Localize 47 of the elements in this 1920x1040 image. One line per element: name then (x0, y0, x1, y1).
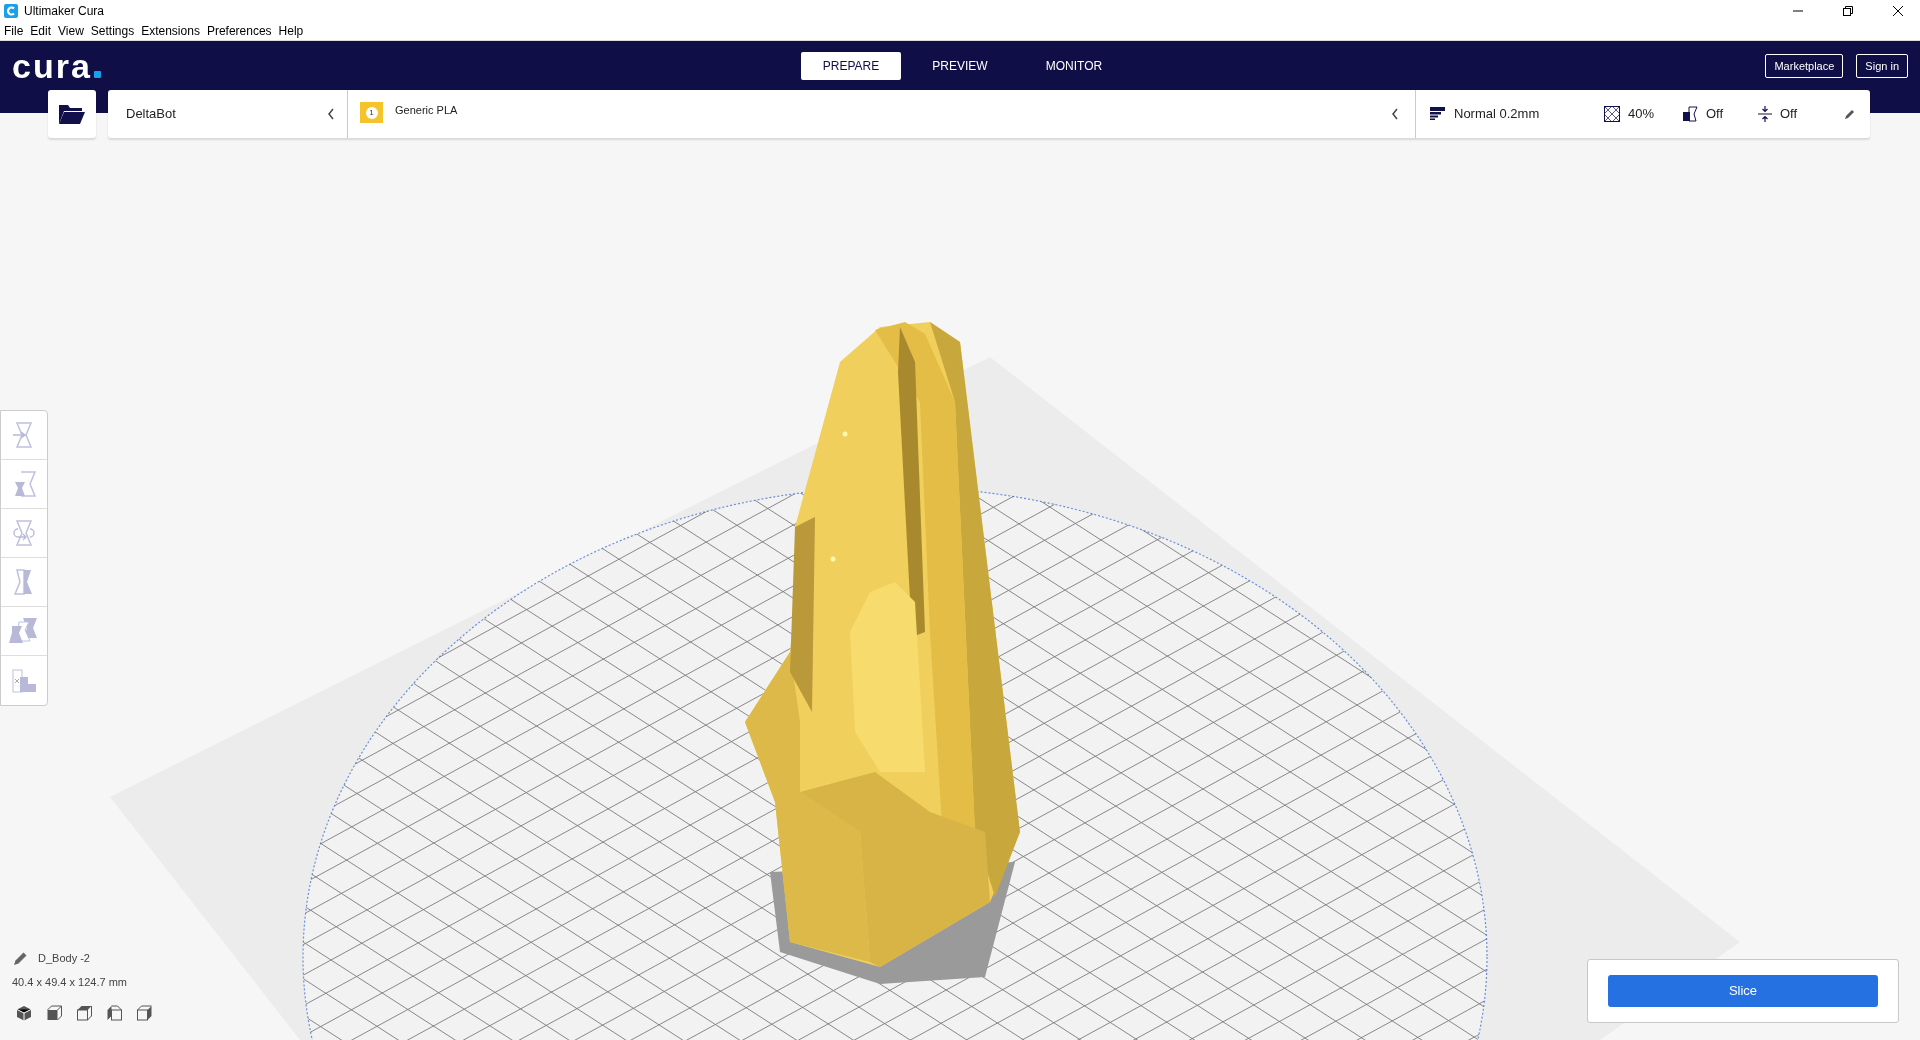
object-dimensions: 40.4 x 49.4 x 124.7 mm (12, 974, 128, 990)
front-view-icon[interactable] (46, 1005, 62, 1021)
nav-tab[interactable]: MONITOR (1019, 52, 1129, 80)
open-file-button[interactable] (48, 90, 96, 138)
infill-icon (1604, 106, 1620, 122)
menu-item[interactable]: Preferences (206, 22, 272, 40)
header-button[interactable]: Sign in (1856, 54, 1908, 78)
logo: cura (12, 49, 92, 83)
rotate-icon (10, 519, 38, 547)
infill-value: 40% (1628, 105, 1656, 124)
3d-view-icon[interactable] (16, 1005, 32, 1021)
profile-value: Normal 0.2mm (1454, 105, 1541, 124)
left-view-icon[interactable] (106, 1005, 122, 1021)
menu-item[interactable]: Settings (90, 22, 135, 40)
support-icon (1682, 106, 1698, 122)
material-selector[interactable]: 1 Generic PLA (348, 90, 1416, 138)
folder-icon (58, 103, 86, 125)
top-view-icon[interactable] (76, 1005, 92, 1021)
profile-icon (1430, 107, 1446, 121)
nav-tab[interactable]: PREPARE (801, 52, 901, 80)
support-value: Off (1706, 105, 1725, 124)
object-name: D_Body -2 (38, 951, 90, 966)
blocker-icon (10, 666, 38, 695)
menu-item[interactable]: View (58, 22, 84, 40)
menu-item[interactable]: File (4, 22, 24, 40)
app-icon (4, 4, 18, 18)
print-settings-selector[interactable]: Normal 0.2mm 40% Off Off (1416, 90, 1870, 138)
menu-item[interactable]: Edit (30, 22, 52, 40)
chevron-left-icon (1391, 108, 1399, 120)
pencil-icon (13, 950, 28, 966)
adhesion-value: Off (1780, 105, 1799, 124)
pencil-icon (1844, 108, 1856, 120)
printer-selector[interactable]: DeltaBot (108, 90, 348, 138)
adhesion-icon (1758, 106, 1772, 122)
close-icon[interactable] (1892, 5, 1904, 17)
extruder-number: 1 (365, 106, 378, 119)
right-view-icon[interactable] (136, 1005, 152, 1021)
chevron-left-icon (327, 108, 335, 120)
restore-icon[interactable] (1842, 5, 1854, 17)
nav-tab[interactable]: PREVIEW (905, 52, 1015, 80)
models-icon (9, 617, 39, 645)
slice-button[interactable]: Slice (1608, 975, 1878, 1007)
menu-item[interactable]: Help (278, 22, 304, 40)
header-button[interactable]: Marketplace (1765, 54, 1844, 78)
window-title: Ultimaker Cura (24, 3, 104, 20)
menu-item[interactable]: Extensions (141, 22, 200, 40)
material-name: Generic PLA (395, 103, 459, 118)
